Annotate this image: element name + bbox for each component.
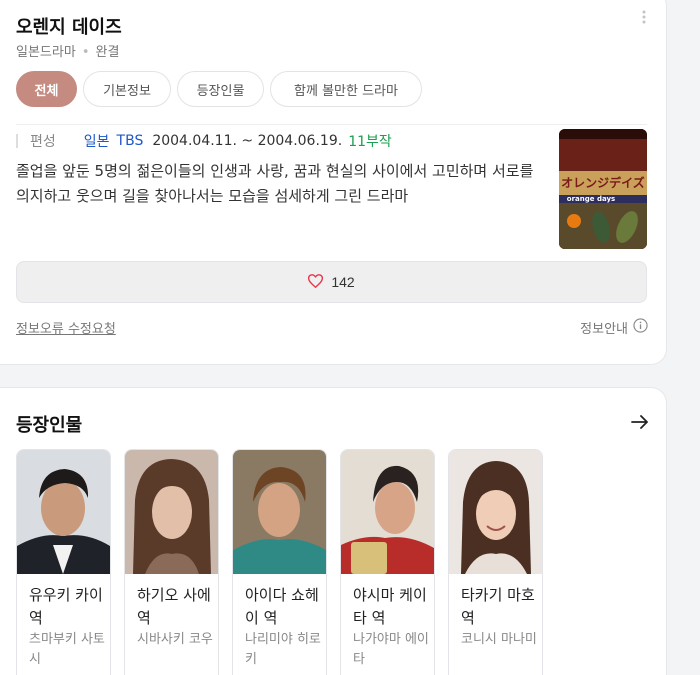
broadcast-label: 편성 [30,134,56,150]
actor-photo [233,450,326,574]
actor-photo [125,450,218,574]
tab-basic-info[interactable]: 기본정보 [83,71,171,107]
cast-member-card[interactable]: 유우키 카이 역 츠마부키 사토시 [16,449,111,675]
cast-member-card[interactable]: 아이다 쇼헤이 역 나리미야 히로키 [232,449,327,675]
character-role: 타카기 마호 역 [461,586,535,627]
separator-dot: • [81,45,90,60]
like-count: 142 [331,274,355,290]
divider [16,124,647,125]
info-icon [633,318,648,337]
cast-section-title[interactable]: 등장인물 [16,411,82,437]
cast-member-card[interactable]: 타카기 마호 역 코니시 마나미 [448,449,543,675]
info-guide-label: 정보안내 [580,322,628,337]
cast-member-card[interactable]: 하기오 사에 역 시바사키 코우 [124,449,219,675]
actor-name: 나가야마 에이타 [353,632,429,667]
broadcast-dates: 2004.04.11. ~ 2004.06.19. [152,133,343,149]
like-button[interactable]: 142 [16,261,647,303]
drama-meta: 일본드라마 • 완결 [16,41,119,60]
actor-name: 츠마부키 사토시 [29,632,105,667]
broadcast-country-link[interactable]: 일본 [84,131,110,151]
arrow-right-icon[interactable] [628,410,652,434]
broadcast-row: 편성 일본 TBS 2004.04.11. ~ 2004.06.19. 11부작 [16,131,392,151]
character-role: 아이다 쇼헤이 역 [245,586,319,627]
drama-poster[interactable]: オレンジデイズ orange days [559,129,647,249]
drama-title[interactable]: 오렌지 데이즈 [16,13,122,39]
actor-photo [449,450,542,574]
episode-count-link[interactable]: 11부작 [348,131,392,151]
poster-title-jp: オレンジデイズ [561,175,645,190]
drama-status: 완결 [95,45,120,60]
cast-list: 유우키 카이 역 츠마부키 사토시 하기오 사에 역 시바사키 코우 아이다 쇼… [16,449,543,675]
tab-all[interactable]: 전체 [16,71,77,107]
section-tabs: 전체 기본정보 등장인물 함께 볼만한 드라마 [16,71,422,107]
character-role: 유우키 카이 역 [29,586,103,627]
actor-name: 코니시 마나미 [461,632,537,647]
drama-genre: 일본드라마 [16,45,76,60]
report-error-link[interactable]: 정보오류 수정요청 [16,318,116,337]
heart-icon [308,273,324,291]
actor-name: 시바사키 코우 [137,632,213,647]
actor-photo [17,450,110,574]
cast-member-card[interactable]: 야시마 케이타 역 나가야마 에이타 [340,449,435,675]
tab-similar-dramas[interactable]: 함께 볼만한 드라마 [270,71,422,107]
actor-photo [341,450,434,574]
poster-title-en: orange days [567,195,615,203]
character-role: 야시마 케이타 역 [353,586,427,627]
actor-name: 나리미야 히로키 [245,632,321,667]
broadcast-network-link[interactable]: TBS [117,133,144,149]
synopsis: 졸업을 앞둔 5명의 젊은이들의 인생과 사랑, 꿈과 현실의 사이에서 고민하… [16,162,534,205]
more-vertical-icon[interactable] [638,9,650,29]
tab-cast[interactable]: 등장인물 [177,71,264,107]
info-guide-button[interactable]: 정보안내 [580,318,648,337]
cast-card: 등장인물 유우키 카이 역 츠마부키 사토시 하기오 사에 역 시바사키 코우 … [0,387,667,675]
drama-info-card: 오렌지 데이즈 일본드라마 • 완결 전체 기본정보 등장인물 함께 볼만한 드라마… [0,0,667,365]
row-marker [16,134,18,148]
character-role: 하기오 사에 역 [137,586,211,627]
